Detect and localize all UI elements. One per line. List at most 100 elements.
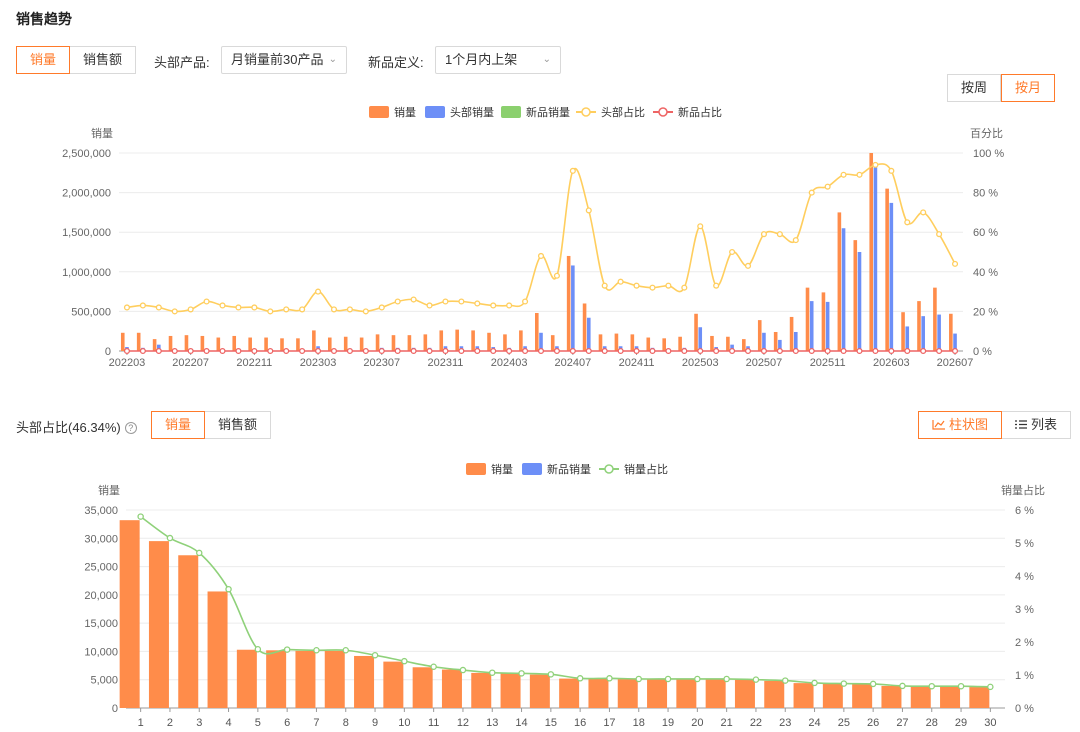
bar-销量	[837, 212, 842, 351]
point-销量占比	[313, 646, 320, 654]
bar-销量	[940, 686, 961, 708]
point-新品占比	[490, 347, 497, 355]
bar-销量	[742, 339, 746, 351]
bar-销量	[614, 333, 619, 351]
point-头部占比	[856, 171, 863, 178]
bar-销量	[710, 335, 714, 351]
point-销量占比	[635, 675, 643, 683]
bar-销量	[793, 683, 814, 708]
point-新品占比	[219, 347, 226, 355]
point-头部占比	[904, 219, 911, 226]
bar-销量	[773, 331, 778, 351]
bar-销量	[969, 687, 990, 708]
point-新品占比	[760, 347, 767, 355]
legend-label: 新品占比	[678, 105, 722, 119]
x-tick-label: 202303	[300, 357, 337, 369]
point-新品占比	[888, 347, 895, 355]
point-头部占比	[283, 306, 290, 313]
bar-销量	[266, 650, 287, 708]
head-product-select[interactable]: 月销量前30产品 ⌄	[221, 46, 347, 74]
x-tick-label: 20	[691, 717, 703, 729]
point-新品占比	[155, 347, 162, 355]
point-头部占比	[171, 308, 178, 315]
tab-revenue[interactable]: 销售额	[205, 411, 272, 439]
bar-销量	[148, 541, 169, 708]
x-tick-label: 202311	[428, 357, 464, 369]
point-新品占比	[346, 347, 353, 355]
y2-tick-label: 0 %	[1015, 703, 1034, 715]
point-头部占比	[155, 304, 162, 311]
point-头部占比	[299, 306, 306, 313]
bar-销量	[207, 591, 228, 708]
head-share-text: 头部占比(46.34%)	[16, 420, 121, 435]
point-销量占比	[782, 677, 789, 684]
tab-volume[interactable]: 销量	[151, 411, 206, 439]
x-tick-label: 30	[984, 717, 996, 729]
point-新品占比	[840, 347, 847, 355]
bar-销量	[312, 330, 316, 351]
point-头部占比	[569, 167, 576, 174]
tab-bar-chart[interactable]: 柱状图	[918, 411, 1003, 439]
x-tick-label: 8	[343, 717, 349, 729]
bar-销量	[248, 337, 252, 351]
x-tick-label: 12	[457, 717, 469, 729]
point-头部占比	[665, 282, 672, 289]
point-头部占比	[649, 284, 656, 291]
point-头部占比	[522, 298, 529, 305]
point-头部占比	[601, 282, 608, 289]
point-新品占比	[951, 347, 959, 355]
line-chart-icon	[932, 420, 945, 430]
tab-volume[interactable]: 销量	[16, 46, 71, 74]
point-销量占比	[899, 682, 906, 690]
bar-销量	[503, 334, 507, 351]
point-头部占比	[506, 302, 513, 309]
y2-tick-label: 6 %	[1015, 505, 1034, 517]
bar-销量	[734, 679, 755, 708]
bar-销量	[375, 334, 380, 351]
point-销量占比	[488, 669, 496, 676]
legend-swatch	[604, 464, 614, 474]
bar-销量	[236, 649, 257, 708]
point-新品占比	[904, 347, 911, 355]
y-tick-label: 15,000	[84, 618, 118, 630]
y-tick-label: 10,000	[84, 646, 118, 658]
head-product-label: 头部产品:	[154, 55, 210, 70]
point-头部占比	[410, 296, 417, 303]
point-销量占比	[752, 676, 760, 683]
x-tick-label: 13	[486, 717, 498, 729]
sales-trend-chart: 销量 头部销量 新品销量 头部占比 新品占比销量 百分比0500,0001,000,000…	[62, 105, 1004, 369]
bar-头部销量	[857, 252, 862, 351]
bar-销量	[471, 330, 475, 351]
bar-销量	[566, 255, 571, 351]
point-新品占比	[713, 347, 720, 355]
point-头部占比	[617, 278, 624, 285]
point-销量占比	[225, 585, 232, 593]
new-product-select[interactable]: 1个月内上架 ⌄	[435, 46, 561, 74]
bar-销量	[559, 678, 580, 708]
legend-swatch	[466, 463, 486, 475]
point-新品占比	[506, 347, 513, 355]
bar-销量	[881, 685, 902, 708]
point-新品占比	[601, 347, 608, 355]
chevron-down-icon: ⌄	[328, 54, 337, 65]
y-tick-label: 0	[112, 703, 118, 715]
tab-revenue[interactable]: 销售额	[70, 46, 137, 74]
y-tick-label: 1,000,000	[62, 267, 111, 279]
x-tick-label: 7	[313, 717, 319, 729]
bottom-metric-toggle: 销量 销售额	[151, 411, 272, 439]
bar-销量	[500, 673, 521, 708]
point-销量占比	[342, 646, 349, 654]
bar-销量	[646, 337, 651, 351]
bar-销量	[423, 334, 428, 351]
legend-swatch	[501, 106, 521, 118]
bar-销量	[232, 335, 237, 351]
point-头部占比	[251, 304, 258, 311]
bar-销量	[869, 153, 874, 351]
help-icon[interactable]: ?	[124, 422, 137, 434]
point-新品占比	[458, 347, 465, 355]
point-头部占比	[474, 300, 481, 307]
tab-list[interactable]: 列表	[1002, 411, 1072, 439]
point-销量占比	[664, 675, 672, 683]
legend-label: 销量占比	[624, 462, 668, 476]
bar-销量	[529, 674, 550, 708]
